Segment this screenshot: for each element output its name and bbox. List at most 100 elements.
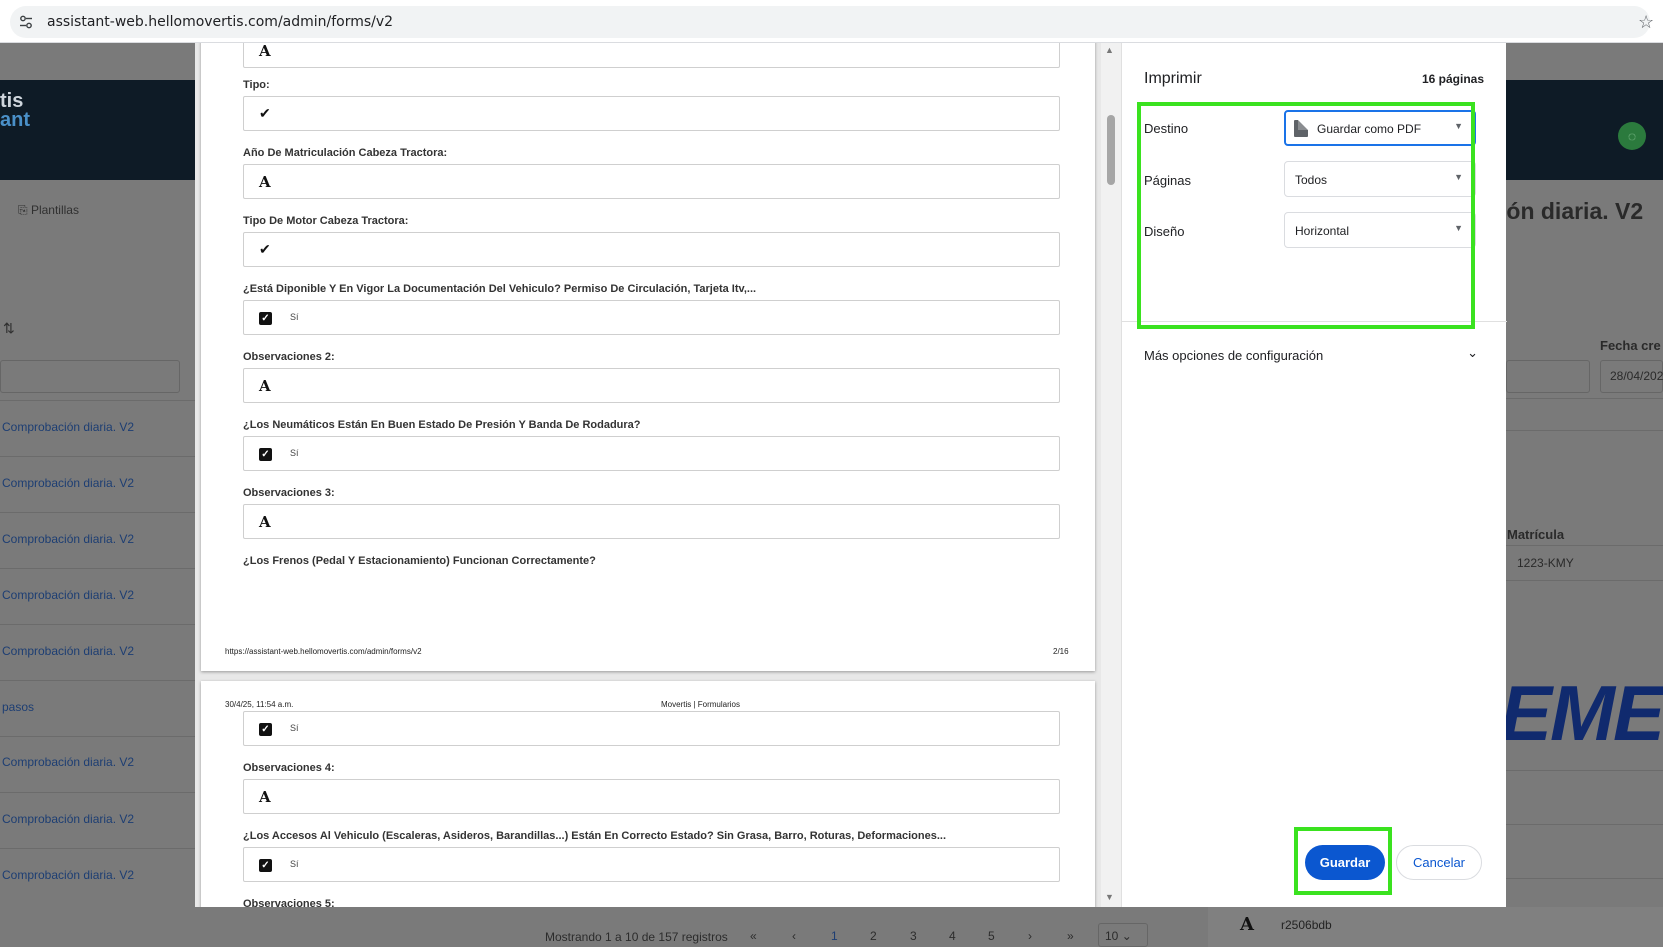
pager-prev-icon: ‹ (792, 929, 796, 943)
form-field: A r2506bdb (243, 43, 1060, 68)
question-label: ¿Está Diponible Y En Vigor La Documentac… (243, 283, 757, 295)
sidebar-item-label: Plantillas (30, 203, 79, 217)
scrollbar-thumb[interactable] (1107, 115, 1115, 185)
question-label: ¿Los Frenos (Pedal Y Estacionamiento) Fu… (243, 555, 596, 567)
list-divider (0, 680, 195, 681)
chevron-down-icon[interactable]: ⌄ (1467, 345, 1478, 361)
preview-page: 30/4/25, 11:54 a.m. Movertis | Formulari… (201, 681, 1095, 907)
question-label: Observaciones 4: (243, 762, 335, 774)
pager-first-icon: « (750, 929, 757, 943)
checked-checkbox-icon: ✓ (259, 859, 272, 872)
checked-checkbox-icon: ✓ (259, 723, 272, 736)
list-item-link: Comprobación diaria. V2 (2, 532, 135, 546)
chat-icon: ◌ (1618, 122, 1646, 150)
field-value: r2506bdb (290, 43, 328, 44)
form-field: A (243, 368, 1060, 403)
fecha-value: 28/04/202 (1610, 369, 1663, 383)
print-dialog: A r2506bdb Tipo: ✔ Año De Matriculación … (195, 43, 1507, 907)
form-field: ✓ Sí (243, 300, 1060, 335)
question-label: Observaciones 3: (243, 487, 335, 499)
pagination-info: Mostrando 1 a 10 de 157 registros (545, 930, 728, 944)
question-label: Tipo: (243, 79, 270, 91)
highlight-annotation (1137, 102, 1475, 329)
scroll-down-icon[interactable]: ▼ (1105, 892, 1114, 902)
form-field: ✓ Sí (243, 436, 1060, 471)
row-divider (1505, 770, 1663, 771)
logo-line-2: ant (0, 109, 30, 131)
chevron-down-icon: ⌄ (1121, 929, 1132, 943)
print-settings-pane: Imprimir 16 páginas Destino Guardar como… (1121, 43, 1507, 907)
pager-next-icon: › (1028, 929, 1032, 943)
answer-value: Sí (290, 448, 299, 458)
matricula-label: Matrícula (1507, 527, 1565, 542)
pager-page: 3 (910, 929, 917, 943)
url-text[interactable]: assistant-web.hellomovertis.com/admin/fo… (47, 14, 393, 30)
detail-code: r2506bdb (1281, 918, 1332, 932)
list-divider (0, 512, 195, 513)
list-divider (0, 624, 195, 625)
bookmark-star-icon[interactable]: ☆ (1638, 12, 1654, 33)
row-divider (1505, 398, 1663, 399)
list-divider (0, 848, 195, 849)
text-field-icon: A (259, 377, 271, 395)
highlight-annotation (1294, 827, 1392, 895)
pager-page: 2 (870, 929, 877, 943)
sort-icon: ⇅ (3, 320, 15, 336)
more-settings-toggle[interactable]: Más opciones de configuración (1144, 348, 1323, 363)
text-field-icon: A (259, 43, 271, 60)
question-label: Tipo De Motor Cabeza Tractora: (243, 215, 409, 227)
list-item-link: Comprobación diaria. V2 (2, 755, 135, 769)
browser-address-bar: assistant-web.hellomovertis.com/admin/fo… (0, 0, 1663, 43)
print-title: Imprimir (1144, 70, 1202, 87)
page-footer-number: 2/16 (1053, 647, 1069, 656)
text-field-icon: A (259, 788, 271, 806)
text-field-icon: A (259, 173, 271, 191)
checkmark-icon: ✔ (259, 105, 271, 121)
list-item-link: Comprobación diaria. V2 (2, 644, 135, 658)
matricula-value: 1223-KMY (1517, 556, 1574, 570)
scroll-up-icon[interactable]: ▲ (1105, 45, 1114, 55)
form-title: ión diaria. V2 (1500, 198, 1644, 224)
site-settings-icon[interactable] (18, 14, 34, 30)
list-item-link: Comprobación diaria. V2 (2, 420, 135, 434)
pager-page: 1 (831, 929, 838, 943)
answer-value: Sí (290, 312, 299, 322)
question-label: ¿Los Neumáticos Están En Buen Estado De … (243, 419, 641, 431)
question-label: Observaciones 5: (243, 898, 335, 907)
cancel-button[interactable]: Cancelar (1396, 845, 1482, 880)
pager-page: 5 (988, 929, 995, 943)
checked-checkbox-icon: ✓ (259, 312, 272, 325)
answer-value: Sí (290, 723, 299, 733)
row-divider (1505, 545, 1663, 546)
form-field: A (243, 779, 1060, 814)
preview-page: A r2506bdb Tipo: ✔ Año De Matriculación … (201, 43, 1095, 671)
pager-last-icon: » (1067, 929, 1074, 943)
list-item-link: pasos (2, 700, 35, 714)
list-item-link: Comprobación diaria. V2 (2, 868, 135, 882)
row-divider (1505, 430, 1663, 431)
question-label: ¿Los Accesos Al Vehiculo (Escaleras, Asi… (243, 830, 947, 842)
filter-input (0, 360, 180, 393)
page-footer-url: https://assistant-web.hellomovertis.com/… (225, 647, 422, 656)
text-field-icon: A (259, 513, 271, 531)
list-divider (0, 736, 195, 737)
row-divider (1505, 824, 1663, 825)
form-field: A (243, 504, 1060, 539)
question-label: Observaciones 2: (243, 351, 335, 363)
page-header-date: 30/4/25, 11:54 a.m. (225, 700, 294, 709)
page-count: 16 páginas (1421, 72, 1484, 86)
checked-checkbox-icon: ✓ (259, 448, 272, 461)
pager-page: 4 (949, 929, 956, 943)
form-field: ✔ (243, 232, 1060, 267)
template-icon: ⎘ (18, 203, 28, 217)
list-divider (0, 400, 195, 401)
checkmark-icon: ✔ (259, 241, 271, 257)
list-divider (0, 792, 195, 793)
list-item-link: Comprobación diaria. V2 (2, 476, 135, 490)
print-preview[interactable]: A r2506bdb Tipo: ✔ Año De Matriculación … (195, 43, 1121, 907)
list-item-link: Comprobación diaria. V2 (2, 588, 135, 602)
question-label: Año De Matriculación Cabeza Tractora: (243, 147, 448, 159)
page-size-value: 10 (1105, 929, 1119, 943)
list-item-link: Comprobación diaria. V2 (2, 812, 135, 826)
form-field: ✓ Sí (243, 711, 1060, 746)
